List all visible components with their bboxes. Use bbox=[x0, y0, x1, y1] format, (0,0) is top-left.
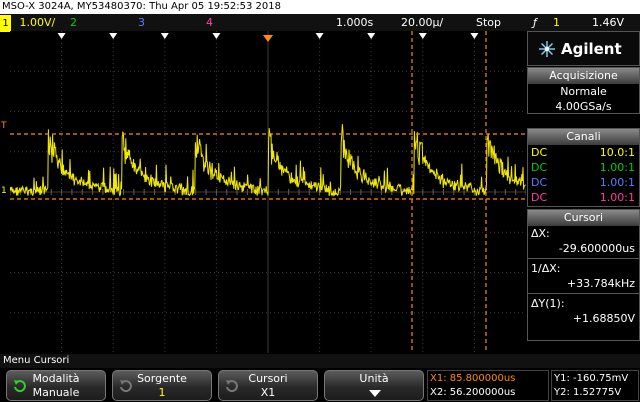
title-text: MSO-X 3024A, MY53480370: Thu Apr 05 19:5… bbox=[2, 1, 281, 12]
brand-box: Agilent bbox=[527, 31, 640, 66]
trigger-source[interactable]: 1 bbox=[553, 14, 560, 31]
source-value: 1 bbox=[158, 386, 166, 399]
channel4-status[interactable]: 4 bbox=[206, 14, 213, 31]
trigger-edge-icon: ƒ bbox=[533, 16, 537, 29]
cursors-value: X1 bbox=[260, 386, 276, 399]
channel1-ground-marker[interactable]: 1 bbox=[1, 186, 7, 196]
brand-name: Agilent bbox=[561, 40, 622, 58]
units-softkey[interactable]: Unità bbox=[324, 370, 424, 401]
mode-label: Modalità bbox=[32, 372, 80, 385]
channel1-number: 1 bbox=[0, 15, 11, 32]
x2-readout: X2: 56.200000us bbox=[430, 387, 516, 398]
cursors-header: Cursori bbox=[528, 210, 639, 226]
acquisition-box[interactable]: Acquisizione Normale 4.00GSa/s bbox=[527, 67, 640, 114]
acquisition-mode: Normale bbox=[560, 85, 607, 98]
menu-title: Menu Cursori bbox=[0, 354, 640, 368]
sample-rate: 4.00GSa/s bbox=[555, 100, 612, 113]
acquisition-header: Acquisizione bbox=[528, 68, 639, 84]
delta-y-value: +1.68850V bbox=[572, 312, 635, 325]
inverse-delta-x-label: 1/ΔX: bbox=[531, 262, 561, 275]
inverse-delta-x-value: +33.784kHz bbox=[566, 277, 635, 290]
channel1-status[interactable]: 1 1.00V/ bbox=[0, 14, 55, 32]
delta-x-label: ΔX: bbox=[531, 227, 550, 240]
x-cursor-readout: X1: 85.800000us X2: 56.200000us bbox=[427, 370, 549, 401]
softkey-bar: Modalità Manuale Sorgente 1 Cursori X1 U… bbox=[0, 368, 640, 402]
y-cursor-readout: Y1: -160.75mV Y2: 1.52775V bbox=[551, 370, 639, 401]
trigger-level[interactable]: 1.46V bbox=[592, 14, 624, 31]
run-status[interactable]: Stop bbox=[476, 14, 501, 31]
channel1-scale: 1.00V/ bbox=[19, 16, 56, 29]
source-softkey[interactable]: Sorgente 1 bbox=[112, 370, 212, 401]
y2-readout: Y2: 1.52775V bbox=[554, 387, 622, 398]
submenu-arrow-icon bbox=[369, 390, 381, 397]
cursors-label: Cursori bbox=[248, 372, 288, 385]
trigger-level-marker[interactable]: T bbox=[1, 121, 7, 131]
mode-softkey[interactable]: Modalità Manuale bbox=[6, 370, 106, 401]
cursors-box[interactable]: Cursori ΔX: -29.600000us 1/ΔX: +33.784kH… bbox=[527, 209, 640, 341]
channel2-row: DC 1.00:1 bbox=[531, 161, 635, 174]
x1-readout: X1: 85.800000us bbox=[430, 373, 516, 384]
status-strip: 1 1.00V/ 2 3 4 1.000s 20.00µ/ Stop ƒ 1 1… bbox=[0, 14, 640, 32]
channels-header: Canali bbox=[528, 129, 639, 145]
channel3-status[interactable]: 3 bbox=[138, 14, 145, 31]
y1-readout: Y1: -160.75mV bbox=[554, 373, 629, 384]
cursors-softkey[interactable]: Cursori X1 bbox=[218, 370, 318, 401]
channel4-row: DC 1.00:1 bbox=[531, 191, 635, 204]
side-panel: Agilent Acquisizione Normale 4.00GSa/s C… bbox=[527, 31, 640, 353]
channel3-row: DC 1.00:1 bbox=[531, 176, 635, 189]
channel2-status[interactable]: 2 bbox=[70, 14, 77, 31]
horizontal-delay[interactable]: 1.000s bbox=[336, 14, 373, 31]
source-label: Sorgente bbox=[137, 372, 187, 385]
channel1-row: DC 10.0:1 bbox=[531, 146, 635, 159]
waveform-display[interactable] bbox=[10, 31, 526, 353]
delta-x-value: -29.600000us bbox=[558, 242, 635, 255]
horizontal-scale[interactable]: 20.00µ/ bbox=[401, 14, 443, 31]
channels-box[interactable]: Canali DC 10.0:1 DC 1.00:1 DC 1.00:1 DC 1.00… bbox=[527, 128, 640, 207]
units-label: Unità bbox=[359, 372, 389, 385]
mode-value: Manuale bbox=[32, 386, 80, 399]
window-title: MSO-X 3024A, MY53480370: Thu Apr 05 19:5… bbox=[0, 0, 640, 14]
delta-y-label: ΔY(1): bbox=[531, 297, 565, 310]
agilent-spark-icon bbox=[539, 41, 555, 57]
